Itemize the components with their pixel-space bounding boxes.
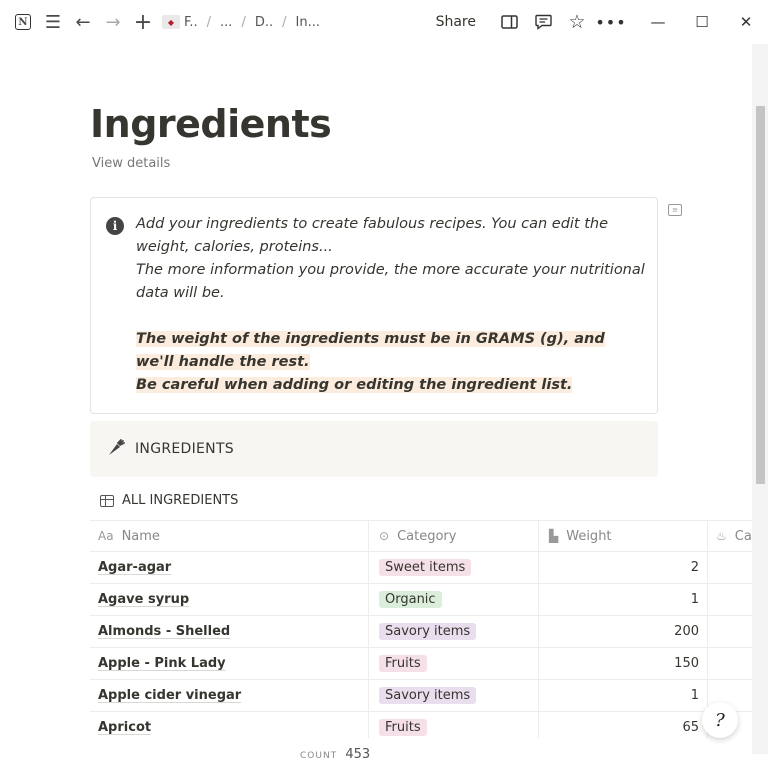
column-header-category[interactable]: ⊙ Category xyxy=(369,521,539,551)
breadcrumb-item-1[interactable]: F.. xyxy=(184,15,198,30)
table-row[interactable]: Almonds - Shelled Savory items 200 xyxy=(90,616,752,648)
calories-cell[interactable] xyxy=(708,584,752,615)
table-icon xyxy=(100,494,114,507)
weight-icon: ▙ xyxy=(549,529,559,543)
calories-cell[interactable] xyxy=(708,648,752,679)
breadcrumb: ◆ F.. / ... / D.. / In... xyxy=(162,15,320,30)
new-page-icon[interactable]: + xyxy=(130,9,156,35)
category-tag[interactable]: Fruits xyxy=(379,719,427,736)
weight-value[interactable]: 1 xyxy=(691,688,699,703)
category-tag[interactable]: Fruits xyxy=(379,655,427,672)
select-type-icon: ⊙ xyxy=(379,529,390,543)
back-arrow-icon[interactable]: ← xyxy=(70,9,96,35)
category-tag[interactable]: Organic xyxy=(379,591,442,608)
weight-value[interactable]: 2 xyxy=(691,560,699,575)
calories-cell[interactable] xyxy=(708,552,752,583)
section-label: INGREDIENTS xyxy=(135,441,234,457)
workspace-flag-icon: ◆ xyxy=(162,15,180,29)
calories-cell[interactable] xyxy=(708,616,752,647)
count-label: COUNT xyxy=(300,751,338,761)
category-tag[interactable]: Savory items xyxy=(379,687,477,704)
carrot-icon xyxy=(106,438,126,463)
weight-value[interactable]: 150 xyxy=(674,656,699,671)
ingredient-name[interactable]: Agave syrup xyxy=(98,592,189,607)
share-button[interactable]: Share xyxy=(436,14,476,30)
sidebar-panel-icon[interactable] xyxy=(492,0,526,44)
weight-value[interactable]: 1 xyxy=(691,592,699,607)
forward-arrow-icon[interactable]: → xyxy=(100,9,126,35)
table-header-row: Aa Name ⊙ Category ▙ Weight ♨ Ca xyxy=(90,520,752,552)
breadcrumb-item-2[interactable]: ... xyxy=(220,15,232,30)
favorite-star-icon[interactable]: ☆ xyxy=(560,0,594,44)
view-details-link[interactable]: View details xyxy=(92,156,170,171)
column-header-weight[interactable]: ▙ Weight xyxy=(539,521,708,551)
text-type-icon: Aa xyxy=(98,529,114,543)
title-bar: N ☰ ← → + ◆ F.. / ... / D.. / In... Shar… xyxy=(0,0,768,44)
category-tag[interactable]: Savory items xyxy=(379,623,477,640)
scrollbar-thumb[interactable] xyxy=(756,106,765,484)
more-options-icon[interactable]: ••• xyxy=(594,0,628,44)
ingredient-name[interactable]: Agar-agar xyxy=(98,560,171,575)
page-title[interactable]: Ingredients xyxy=(90,102,332,146)
ingredient-name[interactable]: Almonds - Shelled xyxy=(98,624,230,639)
table-row[interactable]: Apple cider vinegar Savory items 1 xyxy=(90,680,752,712)
comments-icon[interactable] xyxy=(526,0,560,44)
add-comment-icon[interactable]: ≡ xyxy=(668,204,682,216)
maximize-icon[interactable]: ☐ xyxy=(680,0,724,44)
ingredient-name[interactable]: Apple - Pink Lady xyxy=(98,656,226,671)
column-header-name[interactable]: Aa Name xyxy=(90,521,369,551)
table-row[interactable]: Apple - Pink Lady Fruits 150 xyxy=(90,648,752,680)
close-icon[interactable]: ✕ xyxy=(724,0,768,44)
table-row[interactable]: Agar-agar Sweet items 2 xyxy=(90,552,752,584)
weight-value[interactable]: 200 xyxy=(674,624,699,639)
minimize-icon[interactable]: — xyxy=(636,0,680,44)
info-callout: i Add your ingredients to create fabulou… xyxy=(90,197,658,414)
flame-icon: ♨ xyxy=(716,529,727,543)
ingredients-table: Aa Name ⊙ Category ▙ Weight ♨ Ca Agar-agar S… xyxy=(90,520,752,738)
category-tag[interactable]: Sweet items xyxy=(379,559,472,576)
vertical-scrollbar[interactable] xyxy=(752,44,768,754)
database-title: ALL INGREDIENTS xyxy=(122,493,239,508)
table-row[interactable]: Agave syrup Organic 1 xyxy=(90,584,752,616)
weight-value[interactable]: 65 xyxy=(682,720,699,735)
help-button[interactable]: ? xyxy=(702,702,738,738)
database-view-tab[interactable]: ALL INGREDIENTS xyxy=(100,493,238,508)
count-value: 453 xyxy=(345,747,371,762)
ingredient-name[interactable]: Apple cider vinegar xyxy=(98,688,241,703)
callout-line-2: The more information you provide, the mo… xyxy=(136,262,645,301)
menu-icon[interactable]: ☰ xyxy=(40,9,66,35)
ingredients-section-header: INGREDIENTS xyxy=(90,421,658,477)
callout-highlight-1: The weight of the ingredients must be in… xyxy=(136,331,605,370)
breadcrumb-item-3[interactable]: D.. xyxy=(255,15,273,30)
column-header-calories[interactable]: ♨ Ca xyxy=(708,521,752,551)
info-icon: i xyxy=(106,217,124,235)
callout-line-1: Add your ingredients to create fabulous … xyxy=(136,216,609,255)
notion-logo-icon[interactable]: N xyxy=(10,9,36,35)
table-row[interactable]: Apricot Fruits 65 xyxy=(90,712,752,738)
callout-text[interactable]: Add your ingredients to create fabulous … xyxy=(136,213,646,397)
row-count: COUNT 453 xyxy=(300,747,370,762)
ingredient-name[interactable]: Apricot xyxy=(98,720,151,735)
callout-highlight-2: Be careful when adding or editing the in… xyxy=(136,377,573,393)
breadcrumb-item-4[interactable]: In... xyxy=(296,15,320,30)
